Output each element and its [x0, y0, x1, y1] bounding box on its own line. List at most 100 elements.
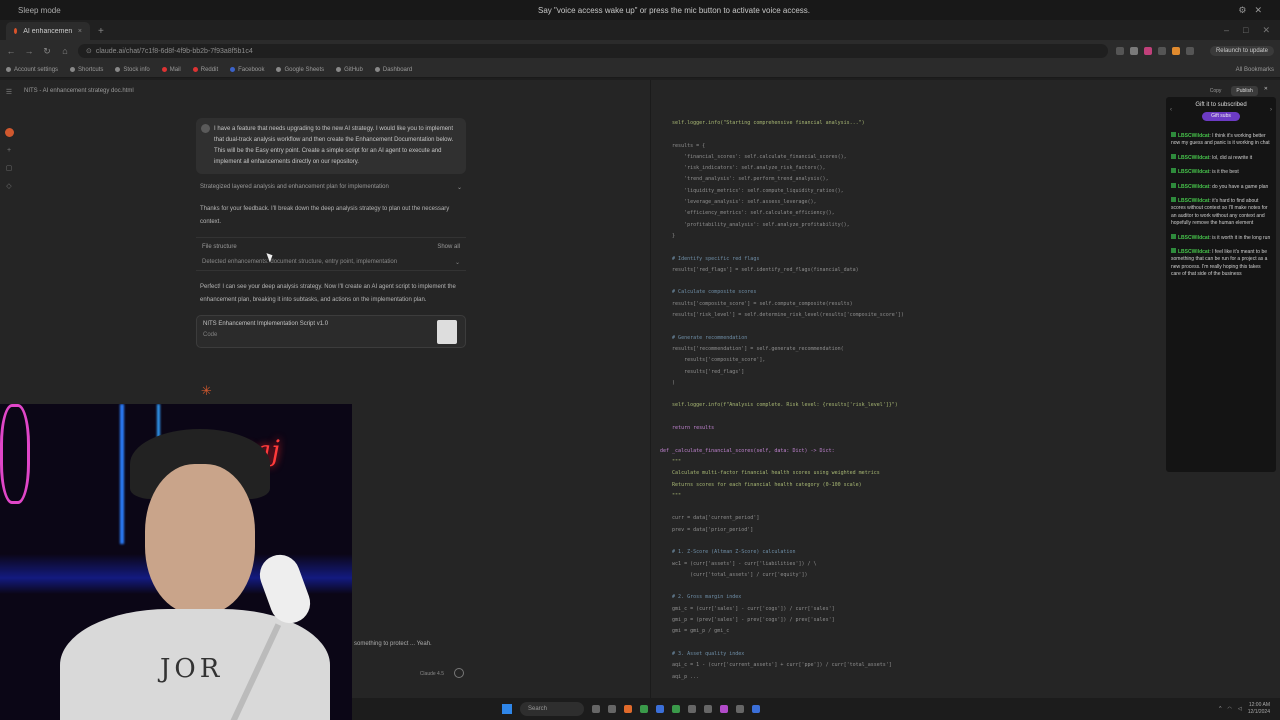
extension-icon[interactable]: [1116, 47, 1124, 55]
thinking-summary[interactable]: Strategized layered analysis and enhance…: [196, 184, 466, 191]
claude-logo-icon[interactable]: [4, 128, 14, 137]
user-badge-icon: [1171, 248, 1176, 254]
bookmark[interactable]: Stock info: [115, 67, 150, 73]
file-structure-block[interactable]: File structure Show all Detected enhance…: [196, 237, 466, 271]
show-all-link[interactable]: Show all: [437, 242, 460, 253]
chat-username[interactable]: LBSCWildcat: [1178, 198, 1209, 204]
artifact-card[interactable]: NITS Enhancement Implementation Script v…: [196, 315, 466, 348]
bookmark-icon: [161, 67, 167, 72]
bookmark[interactable]: Mail: [161, 67, 181, 73]
extension-icon[interactable]: [1172, 47, 1180, 55]
conversation-title[interactable]: NITS - AI enhancement strategy doc.html: [24, 88, 134, 94]
all-bookmarks[interactable]: All Bookmarks: [1236, 67, 1274, 73]
copy-button[interactable]: Copy: [1206, 86, 1226, 96]
chat-message: LBSCWildcat: is it worth it in the long …: [1171, 233, 1271, 242]
bookmark[interactable]: Google Sheets: [276, 67, 324, 73]
code-line: # 3. Asset quality index: [660, 650, 745, 657]
file-explorer-icon[interactable]: [608, 705, 616, 713]
relaunch-button[interactable]: Relaunch to update: [1209, 46, 1274, 56]
publish-button[interactable]: Publish: [1231, 86, 1258, 96]
extensions: [1116, 47, 1194, 55]
extension-icon[interactable]: [1158, 47, 1166, 55]
minimize-icon[interactable]: –: [1224, 25, 1229, 36]
chat-input[interactable]: something to protect ... Yeah. Claude 4.…: [352, 633, 468, 679]
chat-username[interactable]: LBSCWildcat: [1178, 184, 1209, 190]
bookmark-icon: [115, 67, 121, 72]
app-icon[interactable]: [704, 705, 712, 713]
app-icon[interactable]: [672, 705, 680, 713]
home-icon[interactable]: ⌂: [60, 46, 70, 56]
chevron-up-icon[interactable]: ^: [1219, 706, 1221, 712]
extension-icon[interactable]: [1130, 47, 1138, 55]
chat-username[interactable]: LBSCWildcat: [1178, 169, 1209, 175]
task-view-icon[interactable]: [592, 705, 600, 713]
code-line: # Calculate composite scores: [660, 289, 757, 296]
volume-icon[interactable]: ◁: [1238, 706, 1242, 712]
model-selector[interactable]: Claude 4.5: [420, 671, 444, 677]
gift-subs-badge[interactable]: Gift subs: [1202, 112, 1240, 121]
projects-icon[interactable]: ◇: [6, 182, 11, 190]
url-bar[interactable]: ⊙ claude.ai/chat/7c1f8-6d8f-4f9b-bb2b-7f…: [78, 44, 1108, 58]
chevron-left-icon[interactable]: ‹: [1170, 107, 1172, 113]
bookmark-icon: [6, 67, 11, 72]
bookmark[interactable]: Reddit: [192, 67, 218, 73]
bookmark[interactable]: Shortcuts: [70, 67, 103, 73]
settings-icon[interactable]: ⚙: [1238, 5, 1246, 16]
panel-divider[interactable]: [650, 80, 651, 698]
app-icon[interactable]: [688, 705, 696, 713]
user-avatar: [201, 124, 210, 133]
browser-tab[interactable]: AI enhancement strategy doc ×: [6, 22, 90, 40]
user-badge-icon: [1171, 233, 1176, 239]
new-tab-icon[interactable]: +: [90, 26, 110, 40]
windows-start-icon[interactable]: [502, 704, 512, 714]
maximize-icon[interactable]: □: [1243, 25, 1248, 36]
clock[interactable]: 12:00 AM 12/1/2024: [1248, 702, 1270, 716]
chevron-down-icon: ⌄: [456, 185, 462, 191]
new-chat-icon[interactable]: +: [7, 147, 11, 154]
app-icon[interactable]: [752, 705, 760, 713]
back-icon[interactable]: ←: [6, 46, 16, 56]
app-icon[interactable]: [720, 705, 728, 713]
chevron-right-icon[interactable]: ›: [1270, 107, 1272, 113]
tab-close-icon[interactable]: ×: [78, 28, 82, 35]
reload-icon[interactable]: ↻: [42, 46, 52, 57]
app-icon[interactable]: [656, 705, 664, 713]
chat-username[interactable]: LBSCWildcat: [1178, 249, 1209, 255]
bookmark[interactable]: Facebook: [230, 67, 264, 73]
facebook-icon: [230, 67, 236, 72]
send-icon[interactable]: [454, 668, 464, 678]
taskbar-search[interactable]: Search: [520, 702, 584, 716]
extension-icon[interactable]: [1186, 47, 1194, 55]
close-artifact-icon[interactable]: ✕: [1264, 86, 1268, 96]
site-info-icon[interactable]: ⊙: [86, 47, 92, 55]
code-line: gmi_c = (curr['sales'] - curr['cogs']) /…: [660, 605, 835, 612]
wifi-icon[interactable]: ◠: [1228, 706, 1232, 712]
bookmark[interactable]: Account settings: [6, 67, 58, 73]
close-icon[interactable]: ✕: [1254, 5, 1262, 16]
chats-icon[interactable]: ▢: [6, 164, 13, 172]
bookmark[interactable]: GitHub: [336, 67, 363, 73]
neon-sign-pink: [0, 404, 30, 504]
chat-username[interactable]: LBSCWildcat: [1178, 155, 1209, 161]
bookmark[interactable]: Dashboard: [374, 67, 412, 73]
chat-message: LBSCWildcat: it's hard to find about sco…: [1171, 197, 1271, 228]
file-structure-summary: Detected enhancements: document structur…: [202, 259, 398, 265]
chat-username[interactable]: LBSCWildcat: [1178, 235, 1209, 241]
forward-icon[interactable]: →: [24, 46, 34, 56]
code-line: results['composite_score'] = self.comput…: [660, 300, 853, 307]
code-line: wc1 = (curr['assets'] - curr['liabilitie…: [660, 560, 817, 567]
bookmarks-bar: Account settings Shortcuts Stock info Ma…: [0, 62, 1280, 78]
code-line: 'financial_scores': self.calculate_finan…: [660, 153, 847, 160]
app-icon[interactable]: [624, 705, 632, 713]
chrome-icon[interactable]: [640, 705, 648, 713]
window-close-icon[interactable]: ✕: [1262, 25, 1270, 36]
user-badge-icon: [1171, 132, 1176, 137]
extension-icon[interactable]: [1144, 47, 1152, 55]
app-icon[interactable]: [736, 705, 744, 713]
chat-username[interactable]: LBSCWildcat: [1178, 133, 1209, 139]
sidebar-toggle-icon[interactable]: ☰: [6, 88, 12, 96]
